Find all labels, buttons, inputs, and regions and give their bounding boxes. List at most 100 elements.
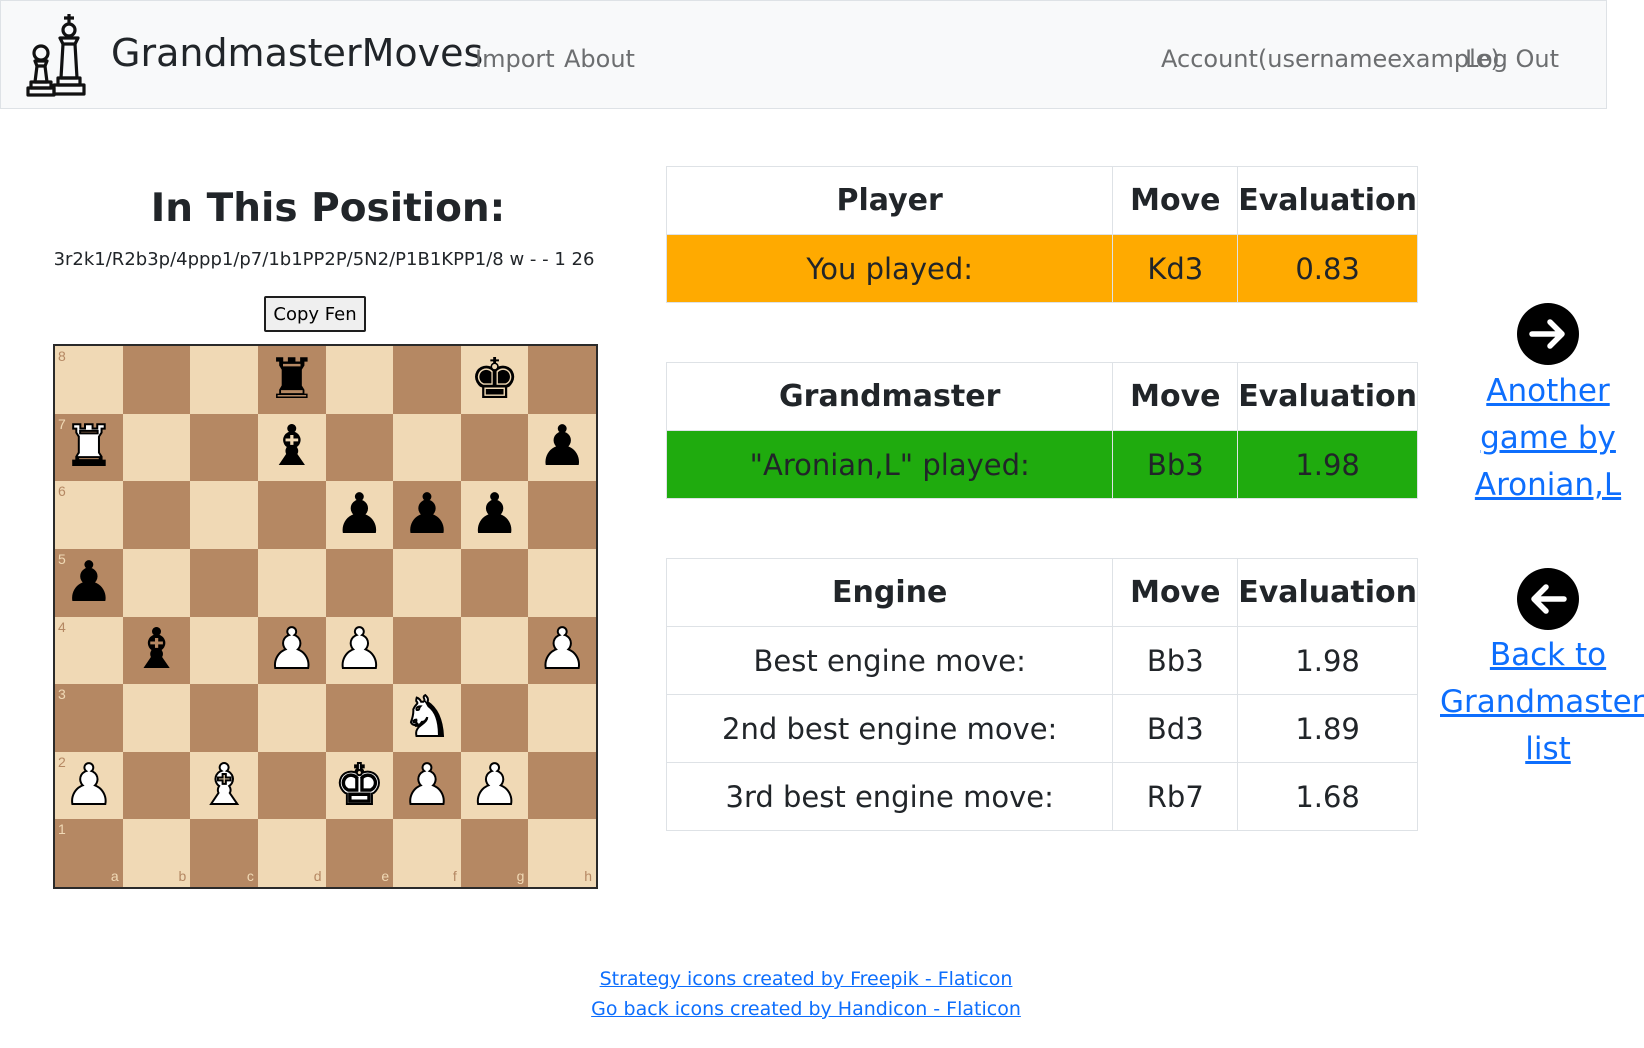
board-square-h8[interactable] (528, 346, 596, 414)
white-king-icon[interactable]: ♚ (333, 756, 385, 814)
board-square-c6[interactable] (190, 481, 258, 549)
board-square-g2[interactable]: ♟ (460, 751, 529, 820)
board-square-d1[interactable]: d (257, 819, 326, 887)
nav-import-link[interactable]: Import (475, 45, 555, 73)
black-pawn-icon[interactable]: ♟ (469, 487, 519, 543)
board-square-c7[interactable] (190, 413, 258, 482)
another-game-link[interactable]: Another game by Aronian,L (1440, 368, 1644, 509)
back-line-2[interactable]: Grandmasters (1440, 684, 1644, 720)
white-pawn-icon[interactable]: ♟ (63, 756, 115, 814)
board-square-b1[interactable]: b (122, 819, 191, 887)
black-rook-icon[interactable]: ♜ (267, 351, 317, 408)
copy-fen-button[interactable]: Copy Fen (264, 296, 366, 332)
board-square-e1[interactable]: e (325, 819, 394, 887)
board-square-g5[interactable] (460, 548, 529, 617)
nav-logout-link[interactable]: Log Out (1465, 45, 1559, 73)
board-square-g1[interactable]: g (460, 819, 529, 887)
board-square-h6[interactable] (528, 481, 596, 549)
handicon-credit-link[interactable]: Go back icons created by Handicon - Flat… (0, 998, 1612, 1020)
board-square-a1[interactable]: 1a (55, 819, 123, 887)
board-square-f6[interactable]: ♟ (393, 481, 461, 549)
board-square-c1[interactable]: c (190, 819, 258, 887)
white-knight-icon[interactable]: ♞ (401, 688, 453, 746)
board-square-f5[interactable] (393, 548, 461, 617)
board-square-a3[interactable]: 3 (55, 684, 123, 752)
another-game-line-3[interactable]: Aronian,L (1475, 467, 1621, 503)
freepik-credit-link[interactable]: Strategy icons created by Freepik - Flat… (0, 968, 1612, 990)
back-line-3[interactable]: list (1525, 731, 1571, 767)
board-square-f1[interactable]: f (393, 819, 461, 887)
brand-name[interactable]: GrandmasterMoves (111, 31, 483, 75)
another-game-line-1[interactable]: Another (1486, 373, 1609, 409)
board-square-e7[interactable] (325, 413, 394, 482)
board-square-g4[interactable] (460, 616, 529, 685)
white-pawn-icon[interactable]: ♟ (333, 621, 385, 679)
nav-about-link[interactable]: About (564, 45, 635, 73)
board-square-b3[interactable] (122, 684, 191, 752)
board-square-a5[interactable]: 5 ♟ (55, 548, 123, 617)
board-square-e2[interactable]: ♚ (325, 751, 394, 820)
board-square-h2[interactable] (528, 751, 596, 820)
board-square-b5[interactable] (122, 548, 191, 617)
board-square-c8[interactable] (190, 346, 258, 414)
chess-pieces-logo-icon[interactable] (25, 11, 97, 101)
board-square-d2[interactable] (257, 751, 326, 820)
arrow-left-circle-icon[interactable] (1517, 568, 1579, 630)
white-rook-icon[interactable]: ♜ (63, 418, 115, 476)
board-square-f4[interactable] (393, 616, 461, 685)
board-square-d8[interactable]: ♜ (257, 346, 326, 414)
white-pawn-icon[interactable]: ♟ (266, 621, 318, 679)
board-square-c2[interactable]: ♝ (190, 751, 258, 820)
nav-account-link[interactable]: Account(usernameexample) (1161, 45, 1500, 73)
board-square-g6[interactable]: ♟ (460, 481, 529, 549)
board-square-b2[interactable] (122, 751, 191, 820)
board-square-f2[interactable]: ♟ (393, 751, 461, 820)
another-game-line-2[interactable]: game by (1480, 420, 1616, 456)
board-square-d6[interactable] (257, 481, 326, 549)
board-square-h5[interactable] (528, 548, 596, 617)
board-square-h3[interactable] (528, 684, 596, 752)
black-bishop-icon[interactable]: ♝ (267, 419, 317, 475)
board-square-h4[interactable]: ♟ (528, 616, 596, 685)
board-square-a4[interactable]: 4 (55, 616, 123, 685)
white-pawn-icon[interactable]: ♟ (468, 756, 520, 814)
black-bishop-icon[interactable]: ♝ (131, 622, 181, 678)
board-square-c4[interactable] (190, 616, 258, 685)
board-square-a8[interactable]: 8 (55, 346, 123, 414)
white-pawn-icon[interactable]: ♟ (536, 621, 588, 679)
black-pawn-icon[interactable]: ♟ (64, 554, 114, 611)
board-square-e6[interactable]: ♟ (325, 481, 394, 549)
board-square-a6[interactable]: 6 (55, 481, 123, 549)
white-bishop-icon[interactable]: ♝ (198, 756, 250, 814)
board-square-f3[interactable]: ♞ (393, 684, 461, 752)
board-square-h7[interactable]: ♟ (528, 413, 596, 482)
black-pawn-icon[interactable]: ♟ (334, 487, 384, 543)
board-square-g7[interactable] (460, 413, 529, 482)
board-square-g8[interactable]: ♚ (460, 346, 529, 414)
board-square-d3[interactable] (257, 684, 326, 752)
black-pawn-icon[interactable]: ♟ (402, 487, 452, 543)
back-to-grandmasters-link[interactable]: Back to Grandmasters list (1440, 632, 1644, 773)
board-square-b6[interactable] (122, 481, 191, 549)
board-square-c5[interactable] (190, 548, 258, 617)
board-square-h1[interactable]: h (528, 819, 596, 887)
board-square-e3[interactable] (325, 684, 394, 752)
board-square-d4[interactable]: ♟ (257, 616, 326, 685)
board-square-e8[interactable] (325, 346, 394, 414)
board-square-d5[interactable] (257, 548, 326, 617)
board-square-e4[interactable]: ♟ (325, 616, 394, 685)
board-square-f7[interactable] (393, 413, 461, 482)
board-square-e5[interactable] (325, 548, 394, 617)
back-line-1[interactable]: Back to (1490, 637, 1606, 673)
chess-board[interactable]: 8 ♜ ♚ 7 ♜ ♝ ♟ 6 ♟ ♟ ♟ 5 ♟ 4 ♝ ♟ ♟ ♟ 3 ♞ 2 ♟ ♝ ♚ ♟ ♟ 1 a b c d e f g h (53, 344, 598, 889)
board-square-b4[interactable]: ♝ (122, 616, 191, 685)
board-square-a2[interactable]: 2 ♟ (55, 751, 123, 820)
board-square-a7[interactable]: 7 ♜ (55, 413, 123, 482)
board-square-d7[interactable]: ♝ (257, 413, 326, 482)
board-square-b7[interactable] (122, 413, 191, 482)
white-pawn-icon[interactable]: ♟ (401, 756, 453, 814)
board-square-b8[interactable] (122, 346, 191, 414)
board-square-c3[interactable] (190, 684, 258, 752)
board-square-g3[interactable] (460, 684, 529, 752)
black-pawn-icon[interactable]: ♟ (537, 419, 587, 475)
